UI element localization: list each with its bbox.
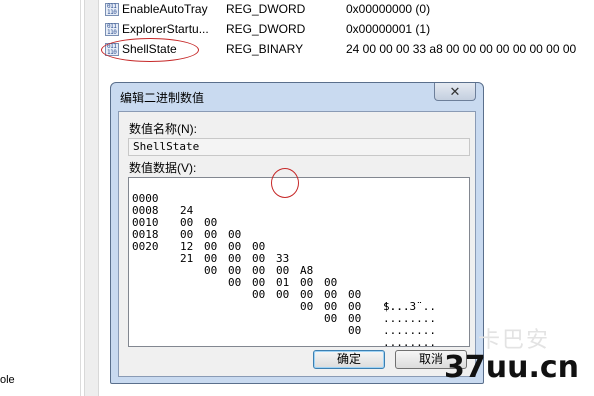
hex-byte: 00: [204, 264, 218, 277]
ok-button[interactable]: 确定: [313, 350, 385, 369]
value-data: 0x00000000 (0): [346, 2, 431, 16]
value-type: REG_BINARY: [226, 42, 304, 56]
hex-byte: 21: [180, 252, 194, 265]
hex-byte: 00: [324, 312, 338, 325]
registry-tree-pane[interactable]: [0, 0, 80, 396]
watermark-logo: 37uu.cn: [444, 350, 579, 385]
dialog-client-area: 数值名称(N): ShellState 数值数据(V): 0000 24 00 …: [118, 111, 476, 377]
edit-binary-value-dialog: 编辑二进制数值 ✕ 数值名称(N): ShellState 数值数据(V): 0…: [110, 82, 484, 384]
value-name: ShellState: [122, 42, 177, 56]
hex-byte: 00: [348, 324, 362, 337]
value-data-label: 数值数据(V):: [129, 161, 197, 175]
hex-row: 0008 00 00 00 00 00 00 00 00 ........: [132, 193, 436, 325]
hex-byte: 00: [228, 276, 242, 289]
hex-editor[interactable]: 0000 24 00 00 00 33 A8 00 00 $...3¨.. 00…: [128, 177, 470, 347]
value-name-field: ShellState: [128, 138, 470, 156]
dialog-title: 编辑二进制数值: [120, 91, 205, 105]
value-data: 24 00 00 00 33 a8 00 00 00 00 00 00 00 0…: [346, 42, 577, 56]
hex-byte: 00: [252, 288, 266, 301]
registry-value-row-selected[interactable]: 011 110 ShellState REG_BINARY 24 00 00 00…: [103, 40, 594, 60]
value-type: REG_DWORD: [226, 2, 306, 16]
hex-row: 0020 21 00 00 00 !...: [132, 229, 410, 313]
close-icon: ✕: [449, 84, 461, 99]
registry-value-row[interactable]: 011 110 ExplorerStartu... REG_DWORD 0x000…: [103, 20, 594, 40]
binary-registry-value-icon: 011 110: [105, 43, 119, 56]
hex-row: 0010 00 00 00 00 01 00 00 00 ........: [132, 205, 436, 337]
tree-scrollbar[interactable]: [84, 0, 99, 396]
binary-registry-value-icon: 011 110: [105, 23, 119, 36]
value-type: REG_DWORD: [226, 22, 306, 36]
value-name: EnableAutoTray: [122, 2, 208, 16]
hex-ascii: ........: [383, 336, 436, 347]
value-name: ExplorerStartu...: [122, 22, 209, 36]
value-name-label: 数值名称(N):: [129, 122, 197, 136]
binary-registry-value-icon: 011 110: [105, 3, 119, 16]
hex-row: 0018 12 00 00 00 00 00 00 00 ........: [132, 217, 436, 347]
tree-item-fragment[interactable]: ole: [0, 374, 15, 386]
hex-offset: 0020: [132, 240, 159, 253]
hex-row: 0000 24 00 00 00 33 A8 00 00 $...3¨..: [132, 181, 436, 313]
hex-byte: 00: [300, 300, 314, 313]
value-data: 0x00000001 (1): [346, 22, 431, 36]
hex-ascii: !...: [383, 300, 410, 313]
pane-divider[interactable]: [80, 0, 81, 396]
close-button[interactable]: ✕: [434, 83, 476, 101]
hex-byte: 00: [276, 288, 290, 301]
registry-value-row[interactable]: 011 110 EnableAutoTray REG_DWORD 0x000000…: [103, 0, 594, 20]
